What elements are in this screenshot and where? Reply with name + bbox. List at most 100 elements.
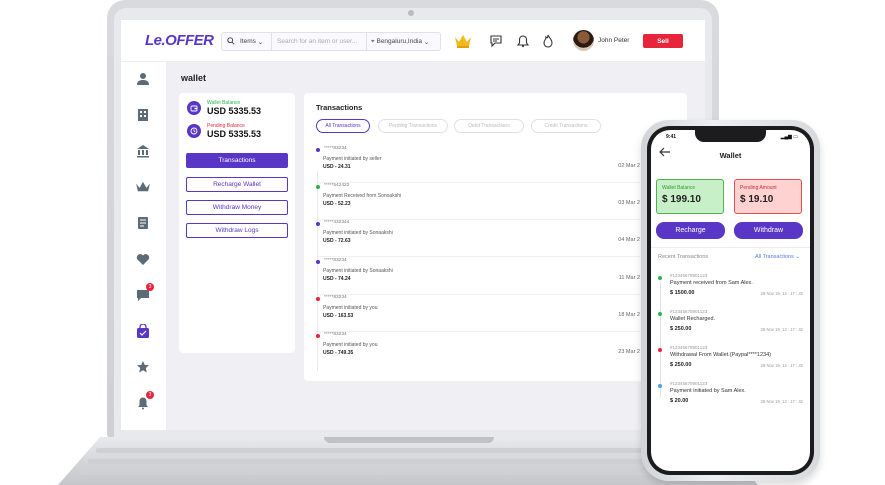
withdraw-logs-button[interactable]: Withdraw Logs [186, 223, 288, 238]
transaction-description: Payment initiated by you [323, 305, 378, 311]
star-icon[interactable] [134, 358, 152, 376]
phone-page-title: Wallet [719, 151, 742, 160]
top-navbar: Le.OFFER Items ⌄ Search for an item or u… [121, 20, 705, 62]
bell-icon[interactable] [514, 32, 532, 50]
all-transactions-label: All Transactions [755, 254, 794, 260]
transaction-amount: $ 1500.00 [670, 290, 695, 296]
location-select[interactable]: ⌖ Bengaluru,India ⌄ [366, 33, 440, 50]
search-input[interactable]: Search for an item or user... [272, 33, 366, 50]
transaction-amount: $ 250.00 [670, 326, 692, 332]
tab-all-transactions[interactable]: All Transactions [316, 119, 370, 133]
sidebar: 3 3 [121, 62, 167, 430]
transaction-description: Payment initiated by seller [323, 156, 382, 162]
crown-icon[interactable] [454, 32, 472, 50]
location-pin-icon: ⌖ [371, 37, 375, 45]
transaction-date: 23 Mar 2 [618, 349, 640, 355]
list-item[interactable]: #12345678901123 Payment initiated by Sam… [658, 381, 803, 417]
wallet-balance-label: Wallet Balance [662, 185, 696, 191]
transaction-description: Payment initiated by Sam Alex. [670, 388, 746, 394]
avatar[interactable] [573, 30, 594, 51]
transaction-row[interactable]: *****83234 Payment initiated by seller U… [316, 146, 640, 183]
transaction-description: Payment initiated by you [323, 342, 378, 348]
chat-icon[interactable]: 3 [134, 283, 154, 304]
withdraw-button[interactable]: Withdraw [734, 222, 803, 239]
transaction-id: *****83234 [324, 146, 347, 151]
withdraw-money-button[interactable]: Withdraw Money [186, 200, 288, 215]
status-dot [658, 276, 662, 280]
pending-balance: Pending Balance USD 5335.53 [187, 123, 261, 139]
chat-badge: 3 [146, 283, 154, 291]
transaction-row[interactable]: *****83234 Payment initiated by you USD … [316, 332, 640, 369]
tab-pending-transactions[interactable]: Pending Transactions [378, 119, 448, 133]
pending-amount-label: Pending Amount [740, 185, 777, 191]
wallet-balance: Wallet Balance USD 5335.53 [187, 100, 261, 116]
transaction-amount: USD - 163.53 [323, 313, 354, 319]
phone-pending-amount-card: Pending Amount $ 19.10 [734, 179, 802, 214]
status-dot [316, 222, 320, 226]
transaction-date: 28 Nov 19, 13 : 17 : 32 [760, 327, 803, 332]
transaction-id: *****83234 [324, 295, 347, 300]
crown-icon[interactable] [134, 178, 152, 196]
transaction-date: 03 Mar 2 [618, 200, 640, 206]
transaction-description: Withdrawal From Wallet.(Paypal****1234) [670, 352, 771, 358]
transaction-row[interactable]: *****432344 Payment initiated by Sonaaks… [316, 220, 640, 257]
keyboard-row [80, 470, 680, 475]
phone-notch [695, 130, 766, 142]
signal-battery-icon: ▂▄▆ ▭ [780, 134, 798, 140]
all-transactions-select[interactable]: All Transactions ⌄ [755, 254, 800, 260]
recent-transactions-label: Recent Transactions [658, 254, 709, 260]
status-dot [316, 334, 320, 338]
chevron-down-icon: ⌄ [257, 38, 264, 46]
logo[interactable]: Le.OFFER [145, 32, 214, 49]
tab-credit-transactions[interactable]: Credit Transactions [531, 119, 601, 133]
status-time: 9:41 [666, 134, 677, 140]
transaction-id: #12345678901123 [670, 381, 708, 386]
status-dot [658, 348, 662, 352]
document-icon[interactable] [134, 214, 152, 232]
search-category-label: Items [240, 38, 256, 45]
transaction-row[interactable]: *****83234 Payment initiated by you USD … [316, 295, 640, 332]
status-dot [658, 312, 662, 316]
recharge-wallet-button[interactable]: Recharge Wallet [186, 177, 288, 192]
wallet-balance-value: USD 5335.53 [207, 106, 262, 116]
transaction-amount: $ 20.00 [670, 398, 689, 404]
transactions-button[interactable]: Transactions [186, 153, 288, 168]
bag-icon[interactable] [134, 322, 152, 340]
phone-screen: 9:41 ▂▄▆ ▭ Wallet Wallet Balance $ 199.1… [651, 130, 810, 471]
chevron-down-icon: ⌄ [795, 254, 800, 260]
recharge-button[interactable]: Recharge [656, 222, 725, 239]
chevron-down-icon: ⌄ [423, 38, 430, 46]
building-icon[interactable] [134, 106, 152, 124]
page-title: wallet [181, 73, 207, 83]
transaction-date: 02 Mar 2 [618, 163, 640, 169]
transaction-amount: USD - 24.31 [323, 164, 351, 170]
sell-button[interactable]: Sell [643, 34, 683, 48]
username[interactable]: John Peter [598, 37, 629, 44]
list-item[interactable]: #12345678901123 Payment received from Sa… [658, 273, 803, 309]
tab-debit-transactions[interactable]: Debit Transactions [454, 119, 524, 133]
search-category-select[interactable]: Items ⌄ [240, 33, 272, 50]
chat-icon[interactable] [487, 32, 505, 50]
user-icon[interactable] [134, 70, 152, 88]
wallet-summary-card: Wallet Balance USD 5335.53 Pending Balan… [179, 93, 295, 353]
location-label: Bengaluru,India [376, 38, 423, 45]
transaction-description: Payment initiated by Sonaakshi [323, 268, 393, 274]
fire-icon[interactable] [539, 32, 557, 50]
list-item[interactable]: #12345678901123 Withdrawal From Wallet.(… [658, 345, 803, 381]
transaction-row[interactable]: *****542422 Payment Received from Sonoak… [316, 183, 640, 220]
transaction-id: *****432344 [324, 220, 350, 225]
status-dot [658, 384, 662, 388]
transaction-row[interactable]: *****83234 Payment initiated by Sonaaksh… [316, 258, 640, 295]
transaction-amount: USD - 52.23 [323, 201, 351, 207]
transaction-date: 04 Mar 2 [618, 237, 640, 243]
heart-icon[interactable] [134, 250, 152, 268]
bell-icon[interactable]: 3 [134, 391, 154, 412]
list-item[interactable]: #12345678901123 Wallet Recharged. $ 250.… [658, 309, 803, 345]
bank-icon[interactable] [134, 142, 152, 160]
wallet-icon [187, 101, 201, 115]
transaction-id: #12345678901123 [670, 273, 708, 278]
transaction-date: 11 Mar 2 [618, 275, 640, 281]
transaction-id: #12345678901123 [670, 309, 708, 314]
transactions-panel: Transactions All Transactions Pending Tr… [304, 93, 687, 381]
transaction-amount: USD - 749.35 [323, 350, 354, 356]
